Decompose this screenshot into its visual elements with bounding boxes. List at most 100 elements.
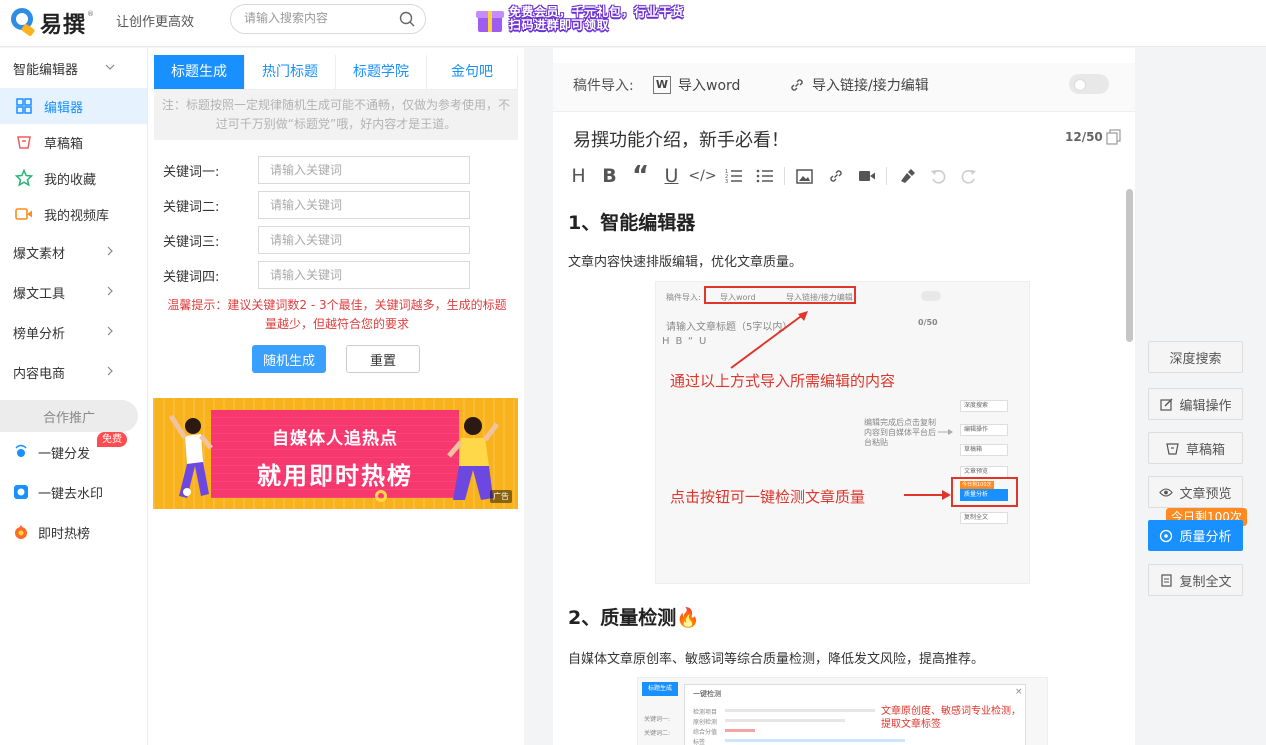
distribute-icon (13, 444, 29, 460)
sidebar-item-label: 即时热榜 (38, 526, 91, 542)
shot1-highlight-box (704, 286, 856, 304)
promo-line-2: 扫码进群即可领取 (509, 18, 610, 32)
image-icon[interactable] (789, 164, 820, 188)
shot1-mini-tool: 编辑操作 (960, 424, 1008, 436)
sidebar-item-drafts[interactable]: 草稿箱 (0, 124, 147, 160)
search-icon[interactable] (399, 11, 415, 27)
editor-panel: 稿件导入: W 导入word 导入链接/接力编辑 易撰功能介绍，新手必看！ 12… (553, 48, 1135, 745)
sidebar-item-editor[interactable]: 编辑器 (0, 88, 147, 124)
quality-analysis-button[interactable]: 质量分析 (1148, 520, 1243, 551)
shot2-row: 综合分值 (693, 729, 718, 736)
ad-board: 自媒体人追热点 就用即时热榜 (211, 410, 459, 498)
drafts-button[interactable]: 草稿箱 (1148, 432, 1243, 464)
clear-format-icon[interactable] (891, 164, 922, 188)
star-icon (15, 169, 33, 187)
sidebar-item-distribute[interactable]: 一键分发 免费 (0, 432, 147, 472)
nav-group-rankings[interactable]: 榜单分析 (0, 312, 147, 352)
sidebar-item-label: 我的收藏 (44, 172, 97, 188)
tab-golden-sentences[interactable]: 金句吧 (427, 55, 518, 89)
title-tool-panel: 标题生成 热门标题 标题学院 金句吧 注：标题按照一定规律随机生成可能不通畅，仅… (148, 48, 524, 745)
shot1-mini-tool: 草稿箱 (960, 444, 1008, 456)
tool-label: 深度搜索 (1169, 351, 1222, 367)
article-title[interactable]: 易撰功能介绍，新手必看！ (573, 126, 789, 152)
hot-list-icon (13, 524, 29, 540)
import-link-button[interactable]: 导入链接/接力编辑 (789, 75, 929, 95)
eye-icon (1159, 485, 1174, 499)
redo-icon[interactable] (953, 164, 984, 188)
nav-group-smart-editor[interactable]: 智能编辑器 (0, 48, 147, 88)
keyword-label: 关键词一: (163, 164, 220, 180)
notice-text: 注：标题按照一定规律随机生成可能不通畅，仅做为参考使用，不过可千万别做“标题党”… (154, 90, 518, 140)
search-input[interactable] (244, 11, 394, 25)
video-icon[interactable] (851, 164, 882, 188)
ad-tag: 广告 (490, 490, 512, 503)
fire-icon: 🔥 (676, 607, 700, 629)
chevron-right-icon (107, 366, 113, 376)
random-generate-button[interactable]: 随机生成 (252, 345, 326, 373)
heading-icon[interactable]: H (563, 164, 594, 188)
reset-button[interactable]: 重置 (346, 345, 420, 373)
section-1-text: 文章内容快速排版编辑，优化文章质量。 (568, 255, 803, 270)
keyword-input-2[interactable] (258, 191, 470, 219)
bullet-list-icon[interactable] (749, 164, 780, 188)
section-2-heading-text: 2、质量检测 (568, 607, 677, 629)
editor-scrollbar[interactable] (1126, 189, 1133, 342)
shot2-close-icon: × (1015, 687, 1023, 697)
section-2-text: 自媒体文章原创率、敏感词等综合质量检测，降低发文风险，提高推荐。 (568, 652, 985, 667)
logo-icon (10, 8, 36, 38)
logo[interactable]: 易撰 ® (10, 7, 94, 39)
keyword-input-4[interactable] (258, 261, 470, 289)
shot2-tab: 标题生成 (642, 682, 678, 696)
promo-banner[interactable]: 免费会员，千元礼包，行业干货 扫码进群即可领取 (476, 2, 684, 36)
underline-icon[interactable]: U (656, 164, 687, 188)
nav-group-ecommerce[interactable]: 内容电商 (0, 352, 147, 392)
shot2-modal-title: 一键检测 (693, 690, 721, 698)
free-badge: 免费 (97, 432, 127, 447)
nav-group-materials[interactable]: 爆文素材 (0, 232, 147, 272)
tab-title-academy[interactable]: 标题学院 (336, 55, 427, 89)
section-1-heading: 1、智能编辑器 (568, 212, 696, 234)
shot2-line (725, 719, 845, 722)
sidebar-item-label: 一键去水印 (38, 486, 104, 502)
shot1-highlight-box (951, 477, 1018, 507)
preview-button[interactable]: 文章预览 (1148, 476, 1243, 508)
tool-label: 复制全文 (1179, 574, 1232, 590)
sidebar-item-remove-watermark[interactable]: 一键去水印 (0, 472, 147, 512)
chevron-right-icon (107, 286, 113, 296)
tool-label: 文章预览 (1179, 486, 1232, 502)
ad-banner[interactable]: 自媒体人追热点 就用即时热榜 广告 (153, 398, 518, 509)
tool-label: 质量分析 (1179, 530, 1232, 545)
keyword-input-3[interactable] (258, 226, 470, 254)
tool-label: 草稿箱 (1185, 442, 1225, 458)
nav-group-label: 爆文素材 (13, 246, 66, 262)
keyword-input-1[interactable] (258, 156, 470, 184)
chevron-right-icon (107, 326, 113, 336)
shot1-arrow (730, 311, 808, 369)
sidebar-item-hot-list[interactable]: 即时热榜 (0, 512, 147, 552)
shot1-mini-tool: 复制全文 (960, 512, 1008, 524)
shot1-import-label: 稿件导入: (666, 293, 701, 302)
deep-search-button[interactable]: 深度搜索 (1148, 341, 1243, 373)
target-icon (1159, 529, 1173, 543)
sidebar-item-favorites[interactable]: 我的收藏 (0, 160, 147, 196)
code-icon[interactable]: </> (687, 164, 718, 188)
copy-icon[interactable] (1106, 129, 1122, 145)
sidebar-item-label: 一键分发 (38, 446, 91, 462)
bold-icon[interactable]: B (594, 164, 625, 188)
ordered-list-icon[interactable]: 123 (718, 164, 749, 188)
tab-hot-titles[interactable]: 热门标题 (245, 55, 336, 89)
shot2-line (725, 729, 755, 732)
tab-title-generate[interactable]: 标题生成 (154, 55, 245, 89)
link-icon[interactable] (820, 164, 851, 188)
relay-edit-toggle[interactable] (1069, 74, 1109, 94)
import-word-button[interactable]: W 导入word (653, 75, 740, 95)
shot1-caption-2: 点击按钮可一键检测文章质量 (670, 488, 866, 506)
edit-operations-button[interactable]: 编辑操作 (1148, 388, 1243, 420)
nav-group-tools[interactable]: 爆文工具 (0, 272, 147, 312)
sidebar-item-video-library[interactable]: 我的视频库 (0, 196, 147, 232)
edit-icon (1159, 397, 1173, 411)
copy-all-button[interactable]: 复制全文 (1148, 564, 1243, 596)
svg-text:3: 3 (725, 179, 728, 184)
quote-icon[interactable]: “ (625, 161, 656, 191)
undo-icon[interactable] (922, 164, 953, 188)
